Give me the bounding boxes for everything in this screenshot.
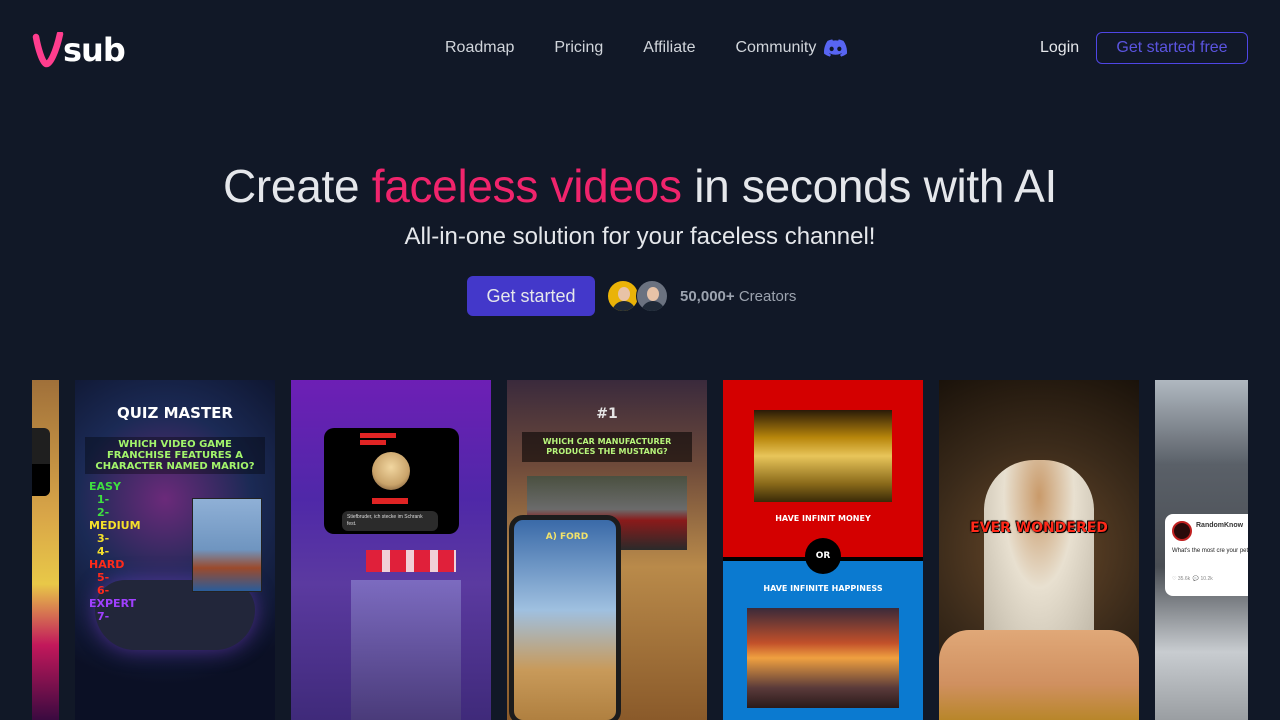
redacted-name xyxy=(372,498,408,504)
nav-pricing[interactable]: Pricing xyxy=(554,36,603,60)
hero-subtitle: All-in-one solution for your faceless ch… xyxy=(404,223,876,250)
level-item: 6- xyxy=(97,584,110,597)
redacted-name xyxy=(360,440,386,445)
video-examples-strip[interactable]: Quiz Master Which video game franchise f… xyxy=(32,380,1248,720)
phone-image xyxy=(509,515,621,720)
quiz-number: #1 xyxy=(596,406,618,422)
nav-roadmap[interactable]: Roadmap xyxy=(445,36,514,60)
reddit-post: RandomKnow What's the most cre your pet … xyxy=(1165,514,1248,596)
creator-avatars xyxy=(607,280,668,312)
story-caption: EVER WONDERED xyxy=(970,520,1108,536)
nav-affiliate[interactable]: Affiliate xyxy=(643,36,695,60)
level-item: 4- xyxy=(97,545,110,558)
creators-label: Creators xyxy=(738,287,797,305)
coins-image xyxy=(754,410,892,502)
level-item: 1- xyxy=(97,493,110,506)
mario-image xyxy=(192,498,262,592)
quiz-title: Quiz Master xyxy=(117,404,233,422)
creators-count: 50,000+ Creators xyxy=(680,288,796,305)
get-started-button[interactable]: Get started xyxy=(467,276,595,316)
discord-icon xyxy=(824,39,848,57)
quiz-question: Which video game franchise features a ch… xyxy=(85,437,265,474)
chat-message: Stiefbruder, ich stecke im Schrank fest. xyxy=(342,511,438,531)
level-expert: EXPERT xyxy=(89,597,137,610)
logo-v-icon xyxy=(32,32,64,68)
hero-title: Create faceless videos in seconds with A… xyxy=(0,158,1280,214)
level-item: 7- xyxy=(97,610,110,623)
reddit-post-text: What's the most cre your pet has ever do xyxy=(1172,548,1248,554)
video-card-quiz-master[interactable]: Quiz Master Which video game franchise f… xyxy=(75,380,275,720)
video-card-reddit-story[interactable]: RandomKnow What's the most cre your pet … xyxy=(1155,380,1248,720)
get-started-free-button[interactable]: Get started free xyxy=(1096,32,1248,64)
reddit-username: RandomKnow xyxy=(1196,522,1244,529)
quiz-question: Which car manufacturer produces the Must… xyxy=(522,432,692,462)
hero-title-prefix: Create xyxy=(222,160,372,212)
video-card-chat-story[interactable]: Stiefbruder, ich stecke im Schrank fest. xyxy=(291,380,491,720)
main-nav: Roadmap Pricing Affiliate Community xyxy=(445,36,848,60)
level-medium: MEDIUM xyxy=(89,519,141,532)
level-hard: HARD xyxy=(89,558,125,571)
option-b: Have infinite happiness xyxy=(763,584,883,593)
login-link[interactable]: Login xyxy=(1040,36,1079,60)
video-card-car-quiz[interactable]: #1 Which car manufacturer produces the M… xyxy=(507,380,707,720)
or-badge: OR xyxy=(805,538,841,574)
level-item: 3- xyxy=(97,532,110,545)
hero-title-accent: faceless videos xyxy=(371,160,682,212)
nav-community[interactable]: Community xyxy=(735,36,848,60)
quiz-levels: EASY 1- 2- MEDIUM 3- 4- HARD 5- 6- EXPER… xyxy=(89,480,141,623)
video-card-would-you-rather[interactable]: Have infinit money OR Have infinite happ… xyxy=(723,380,923,720)
hero-cta-row: Get started 50,000+ Creators xyxy=(467,276,796,316)
likes-count: 35.6k xyxy=(1177,576,1191,582)
avatar xyxy=(607,280,639,312)
pharaoh-cat-image xyxy=(984,460,1094,640)
logo[interactable]: sub xyxy=(32,28,126,69)
video-card-partial[interactable] xyxy=(32,380,59,720)
quiz-answer: A) Ford xyxy=(545,532,589,542)
option-a: Have infinit money xyxy=(775,514,871,523)
runner-track xyxy=(351,580,461,720)
barrier xyxy=(366,550,456,572)
creators-number: 50,000+ xyxy=(680,287,735,305)
chat-overlay xyxy=(32,464,50,496)
hero-title-suffix: in seconds with AI xyxy=(681,160,1058,212)
logo-text: sub xyxy=(63,31,126,69)
level-easy: EASY xyxy=(89,480,121,493)
chat-overlay: Stiefbruder, ich stecke im Schrank fest. xyxy=(324,428,459,534)
site-header: sub Roadmap Pricing Affiliate Community … xyxy=(0,0,1280,96)
redacted-name xyxy=(360,433,396,438)
profile-avatar xyxy=(372,452,410,490)
level-item: 2- xyxy=(97,506,110,519)
video-card-cat-story[interactable]: EVER WONDERED xyxy=(939,380,1139,720)
reddit-stats: ♡ 35.6k 💬 10.2k xyxy=(1172,576,1213,582)
reddit-avatar xyxy=(1172,521,1192,541)
sunset-image xyxy=(747,608,899,708)
comments-count: 10.2k xyxy=(1200,576,1213,582)
nav-community-label: Community xyxy=(735,39,817,56)
kittens-image xyxy=(939,630,1139,720)
avatar xyxy=(636,280,668,312)
level-item: 5- xyxy=(97,571,110,584)
